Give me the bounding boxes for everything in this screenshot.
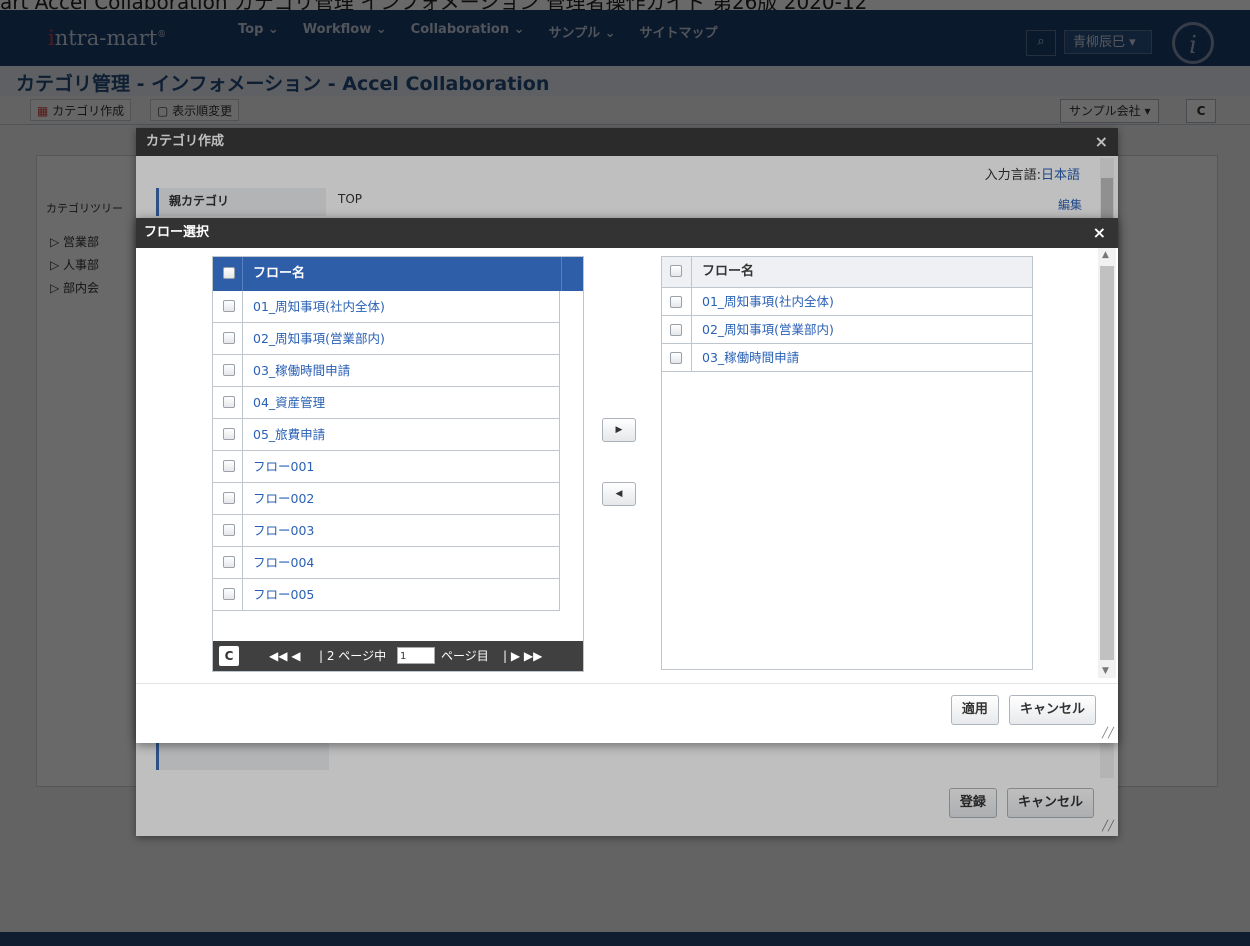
row-checkbox[interactable]	[670, 296, 682, 308]
flow-name-link[interactable]: フロー001	[253, 451, 314, 483]
table-row[interactable]: 04_資産管理	[213, 387, 559, 419]
flow-name-link[interactable]: 03_稼働時間申請	[253, 355, 350, 387]
flow-name-column-header[interactable]: フロー名	[253, 257, 305, 291]
row-checkbox[interactable]	[223, 396, 235, 408]
flow-name-link[interactable]: 05_旅費申請	[253, 419, 325, 451]
row-checkbox[interactable]	[223, 492, 235, 504]
row-checkbox[interactable]	[223, 300, 235, 312]
selected-flows-grid: フロー名 01_周知事項(社内全体) 02_周知事項(営業部内) 03_稼働時間…	[661, 256, 1033, 670]
row-checkbox[interactable]	[670, 352, 682, 364]
refresh-icon[interactable]: C	[219, 646, 239, 666]
flow-name-link[interactable]: フロー005	[253, 579, 314, 611]
row-checkbox[interactable]	[223, 332, 235, 344]
scroll-down-icon[interactable]: ▼	[1102, 666, 1109, 676]
table-row[interactable]: 03_稼働時間申請	[213, 355, 559, 387]
row-checkbox[interactable]	[223, 460, 235, 472]
flow-name-link[interactable]: フロー003	[253, 515, 314, 547]
resize-handle-icon[interactable]: ╱╱	[1102, 728, 1114, 739]
prev-page-buttons[interactable]: ◀◀ ◀	[269, 641, 301, 671]
pager: C ◀◀ ◀ | 2 ページ中 1 ページ目 | ▶ ▶▶	[213, 641, 583, 671]
table-row[interactable]: フロー003	[213, 515, 559, 547]
grid-header: フロー名	[662, 257, 1032, 288]
row-checkbox[interactable]	[223, 556, 235, 568]
flow-dialog-titlebar: フロー選択 ×	[136, 218, 1118, 248]
table-row[interactable]: 02_周知事項(営業部内)	[213, 323, 559, 355]
table-row[interactable]: 05_旅費申請	[213, 419, 559, 451]
row-checkbox[interactable]	[223, 588, 235, 600]
table-row[interactable]: 01_周知事項(社内全体)	[662, 288, 1032, 316]
scroll-thumb[interactable]	[1100, 266, 1114, 660]
footer-bar	[0, 932, 1250, 946]
flow-name-link[interactable]: 02_周知事項(営業部内)	[702, 316, 834, 344]
flow-name-column-header[interactable]: フロー名	[702, 257, 754, 287]
scroll-up-icon[interactable]: ▲	[1102, 250, 1109, 260]
table-row[interactable]: 02_周知事項(営業部内)	[662, 316, 1032, 344]
flow-name-link[interactable]: フロー004	[253, 547, 314, 579]
row-checkbox[interactable]	[223, 428, 235, 440]
flow-name-link[interactable]: フロー002	[253, 483, 314, 515]
apply-button[interactable]: 適用	[950, 695, 999, 725]
move-left-button[interactable]: ◀	[602, 482, 636, 506]
row-checkbox[interactable]	[223, 524, 235, 536]
row-checkbox[interactable]	[223, 364, 235, 376]
flow-select-dialog: フロー選択 × フロー名 01_周知事項(社内全体) 02_周知事項(営業部内)…	[136, 218, 1118, 743]
dialog-scrollbar[interactable]: ▲ ▼	[1098, 248, 1116, 678]
flow-name-link[interactable]: 01_周知事項(社内全体)	[702, 288, 834, 316]
table-row[interactable]: フロー002	[213, 483, 559, 515]
flow-name-link[interactable]: 02_周知事項(営業部内)	[253, 323, 385, 355]
page-suffix-text: ページ目	[441, 649, 489, 663]
flow-name-link[interactable]: 04_資産管理	[253, 387, 325, 419]
table-row[interactable]: 01_周知事項(社内全体)	[213, 291, 559, 323]
select-all-checkbox[interactable]	[223, 267, 235, 279]
table-row[interactable]: 03_稼働時間申請	[662, 344, 1032, 372]
table-row[interactable]: フロー004	[213, 547, 559, 579]
page-count-text: | 2 ページ中	[319, 649, 387, 663]
table-row[interactable]: フロー001	[213, 451, 559, 483]
cancel-button[interactable]: キャンセル	[1008, 695, 1096, 725]
flow-dialog-buttons: 適用 キャンセル	[945, 695, 1096, 725]
flow-name-link[interactable]: 01_周知事項(社内全体)	[253, 291, 385, 323]
table-row[interactable]: フロー005	[213, 579, 559, 611]
row-checkbox[interactable]	[670, 324, 682, 336]
grid-header: フロー名	[213, 257, 583, 291]
page-number-input[interactable]: 1	[397, 647, 435, 664]
flow-dialog-title: フロー選択	[144, 225, 210, 240]
available-flows-grid: フロー名 01_周知事項(社内全体) 02_周知事項(営業部内) 03_稼働時間…	[212, 256, 584, 672]
next-page-buttons[interactable]: | ▶ ▶▶	[503, 641, 542, 671]
flow-name-link[interactable]: 03_稼働時間申請	[702, 344, 799, 372]
move-right-button[interactable]: ▶	[602, 418, 636, 442]
select-all-checkbox[interactable]	[670, 265, 682, 277]
close-icon[interactable]: ×	[1093, 218, 1106, 248]
